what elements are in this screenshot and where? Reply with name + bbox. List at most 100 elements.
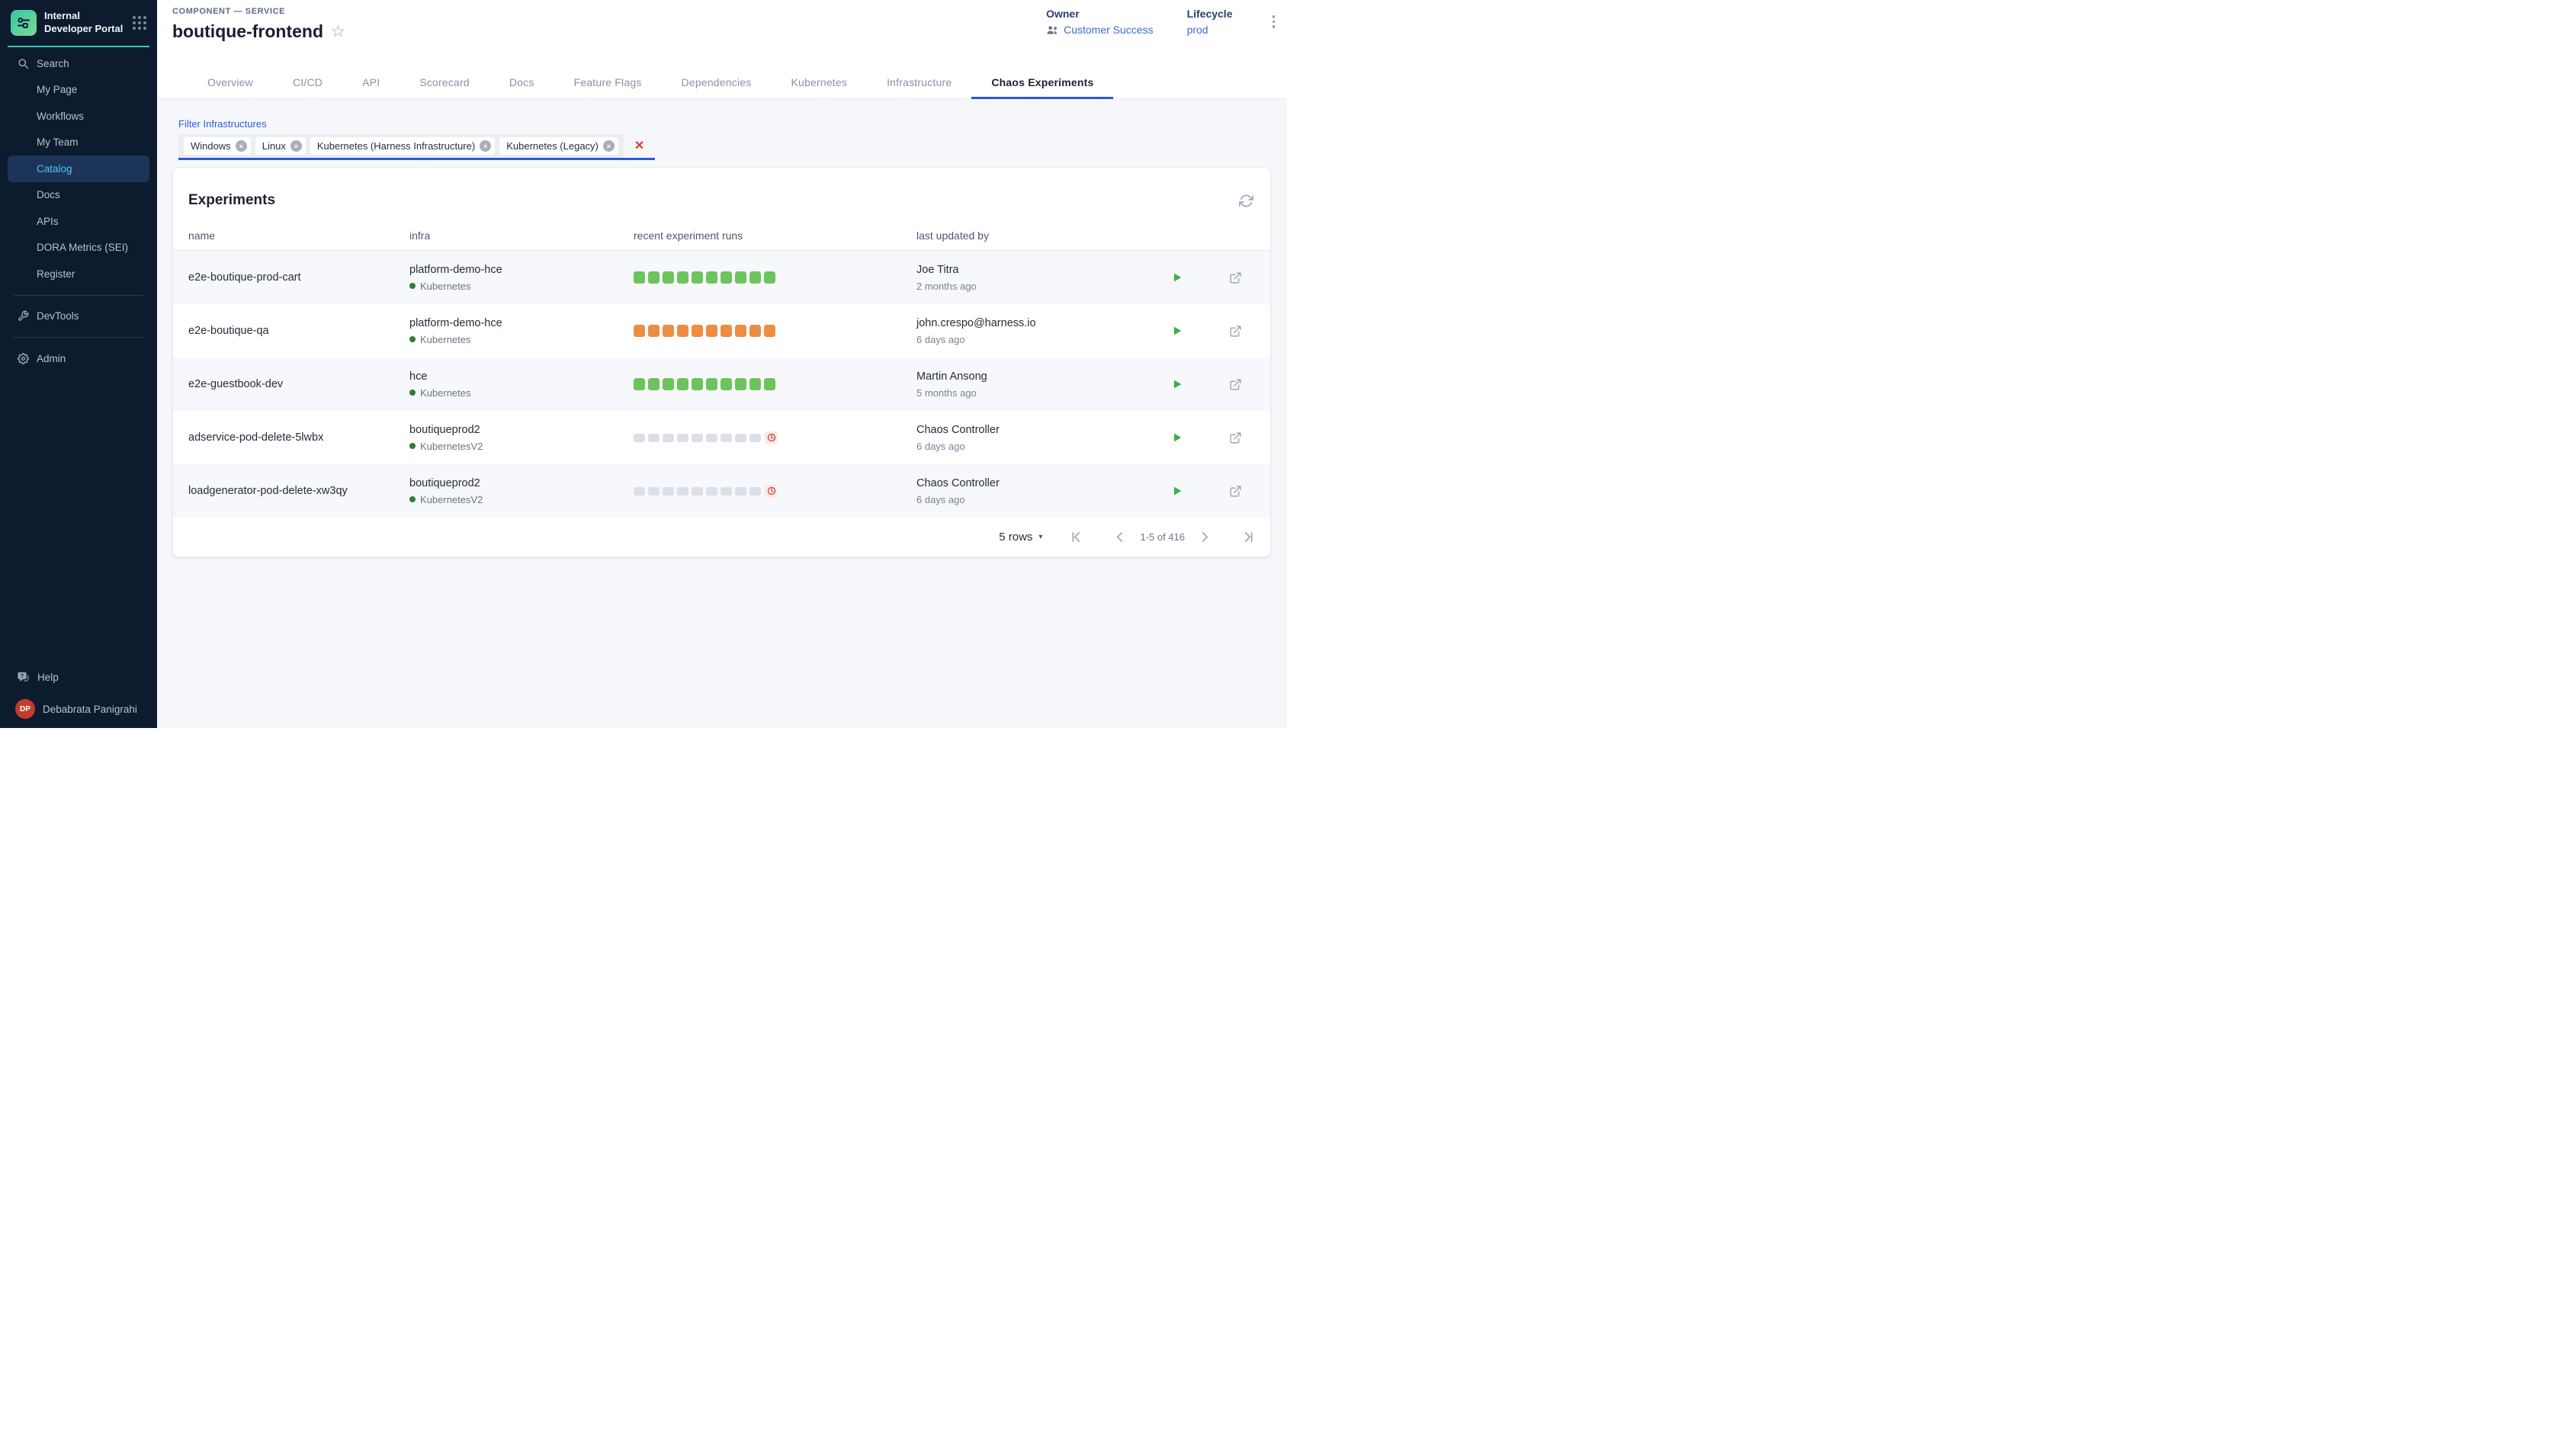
run-status-block[interactable] [634,325,645,338]
run-status-block[interactable] [735,434,746,442]
run-status-block[interactable] [634,271,645,284]
infrastructure-filter-input[interactable]: Windows×Linux×Kubernetes (Harness Infras… [178,134,655,160]
run-status-block[interactable] [721,325,732,338]
run-status-block[interactable] [677,325,688,338]
run-status-block[interactable] [663,378,674,391]
tab-kubernetes[interactable]: Kubernetes [771,66,867,98]
run-status-block[interactable] [706,378,717,391]
run-status-block[interactable] [706,487,717,495]
chip-remove-icon[interactable]: × [290,140,302,152]
status-dot-icon [409,496,416,502]
last-page-button[interactable] [1239,528,1257,546]
run-status-block[interactable] [735,271,746,284]
run-status-block[interactable] [677,434,688,442]
open-external-icon[interactable] [1228,323,1244,339]
open-external-icon[interactable] [1228,430,1244,446]
sidebar-item-my-page[interactable]: My Page [0,77,157,104]
tab-docs[interactable]: Docs [489,66,554,98]
run-status-block[interactable] [706,434,717,442]
run-experiment-button[interactable] [1170,483,1185,499]
sidebar-item-devtools[interactable]: DevTools [0,303,157,330]
run-status-block[interactable] [677,487,688,495]
chip-remove-icon[interactable]: × [603,140,615,152]
run-status-block[interactable] [735,325,746,338]
clear-all-filters-button[interactable]: ✕ [634,140,644,152]
sidebar-item-search[interactable]: Search [0,50,157,77]
run-status-block[interactable] [634,378,645,391]
run-status-block[interactable] [663,434,674,442]
run-status-block[interactable] [648,378,660,391]
run-status-block[interactable] [721,378,732,391]
run-status-block[interactable] [692,271,703,284]
run-status-block[interactable] [764,325,775,338]
run-status-block[interactable] [764,271,775,284]
run-status-block[interactable] [648,271,660,284]
run-status-block[interactable] [663,325,674,338]
owner-link[interactable]: Customer Success [1064,24,1153,36]
run-status-block[interactable] [749,434,761,442]
run-status-block[interactable] [749,378,761,391]
sidebar-item-dora-metrics-sei[interactable]: DORA Metrics (SEI) [0,235,157,261]
run-status-block[interactable] [721,434,732,442]
tab-chaos-experiments[interactable]: Chaos Experiments [971,66,1113,98]
run-status-block[interactable] [749,271,761,284]
tab-ci-cd[interactable]: CI/CD [273,66,342,98]
sidebar-item-docs[interactable]: Docs [0,182,157,209]
help-button[interactable]: ? Help [17,671,59,684]
run-status-block[interactable] [721,271,732,284]
run-status-block[interactable] [749,487,761,495]
run-status-block[interactable] [735,378,746,391]
run-status-block[interactable] [677,378,688,391]
run-status-block[interactable] [735,487,746,495]
run-status-block[interactable] [764,378,775,391]
run-status-block[interactable] [706,325,717,338]
run-status-block[interactable] [648,487,660,495]
tab-infrastructure[interactable]: Infrastructure [867,66,971,98]
run-status-block[interactable] [648,434,660,442]
run-experiment-button[interactable] [1170,377,1185,392]
open-external-icon[interactable] [1228,270,1244,286]
sidebar-item-apis[interactable]: APIs [0,208,157,235]
tab-scorecard[interactable]: Scorecard [400,66,489,98]
run-status-block[interactable] [706,271,717,284]
run-status-block[interactable] [721,487,732,495]
sidebar-item-my-team[interactable]: My Team [0,130,157,156]
run-status-block[interactable] [692,325,703,338]
page-title: boutique-frontend [172,21,323,42]
open-external-icon[interactable] [1228,377,1244,393]
more-options-kebab-icon[interactable] [1266,11,1282,33]
first-page-button[interactable] [1068,528,1086,546]
chip-remove-icon[interactable]: × [480,140,491,152]
run-status-block[interactable] [663,487,674,495]
previous-page-button[interactable] [1112,528,1129,546]
sidebar-item-register[interactable]: Register [0,261,157,287]
sidebar-item-admin[interactable]: Admin [0,345,157,372]
open-external-icon[interactable] [1228,483,1244,499]
refresh-icon[interactable] [1239,194,1253,208]
run-status-block[interactable] [634,487,645,495]
next-page-button[interactable] [1196,528,1213,546]
user-menu[interactable]: DP Debabrata Panigrahi [15,699,137,719]
tab-dependencies[interactable]: Dependencies [662,66,772,98]
run-experiment-button[interactable] [1170,430,1185,445]
tab-feature-flags[interactable]: Feature Flags [554,66,662,98]
run-status-block[interactable] [677,271,688,284]
sidebar-item-workflows[interactable]: Workflows [0,103,157,130]
favorite-star-icon[interactable]: ☆ [331,24,345,40]
run-status-block[interactable] [692,378,703,391]
run-status-block[interactable] [692,434,703,442]
sidebar-item-catalog[interactable]: Catalog [8,156,149,182]
run-status-block[interactable] [692,487,703,495]
run-status-block[interactable] [634,434,645,442]
run-status-block[interactable] [663,271,674,284]
tab-api[interactable]: API [342,66,400,98]
rows-per-page-select[interactable]: 5 rows▾ [999,531,1042,544]
run-experiment-button[interactable] [1170,270,1185,285]
portal-logo[interactable]: Internal Developer Portal [0,0,157,46]
run-status-block[interactable] [648,325,660,338]
run-experiment-button[interactable] [1170,323,1185,338]
run-status-block[interactable] [749,325,761,338]
chip-remove-icon[interactable]: × [236,140,247,152]
tab-overview[interactable]: Overview [188,66,273,98]
apps-grid-icon[interactable] [133,16,146,30]
